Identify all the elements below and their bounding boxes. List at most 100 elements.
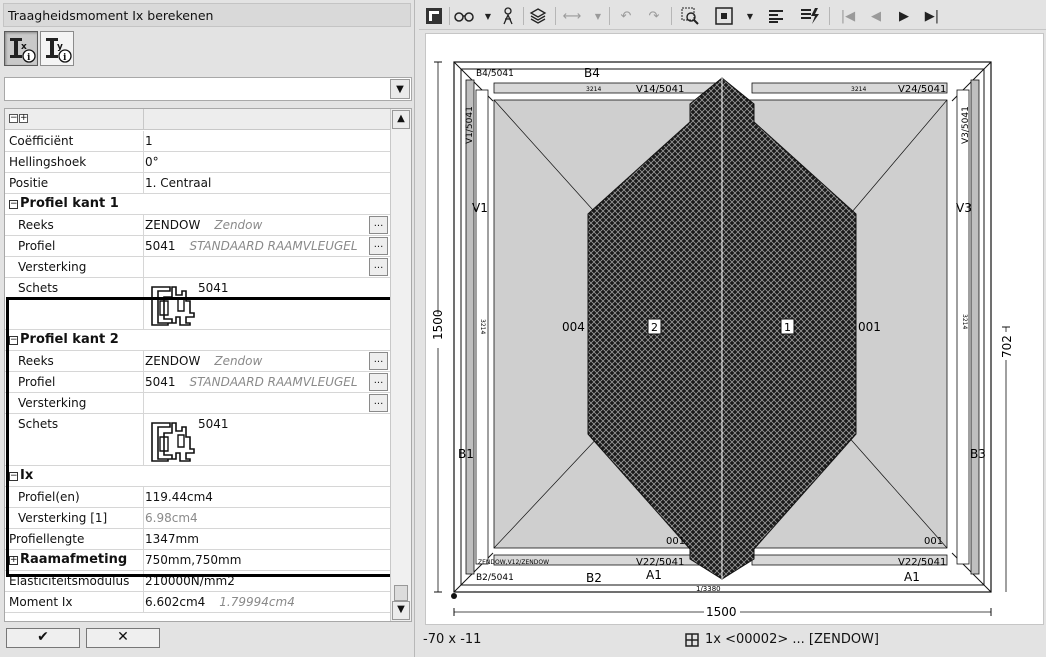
window-frame-drawing: B4/5041 B4 V14/5041 V24/5041 3214 3214 V… xyxy=(430,61,1014,619)
align-left-icon[interactable] xyxy=(765,5,787,27)
row-label: Schets xyxy=(18,417,59,431)
row-label: Versterking xyxy=(18,396,87,410)
svg-text:i: i xyxy=(27,53,31,63)
row-versterking-2[interactable]: Versterking ... xyxy=(5,393,390,414)
view-glasses-icon[interactable] xyxy=(453,5,475,27)
label-001c: 001 xyxy=(924,536,943,547)
pane-number-1: 1 xyxy=(784,321,791,334)
group-ix[interactable]: − Ix xyxy=(5,466,390,487)
undo-icon[interactable]: ↶ xyxy=(615,5,637,27)
label-b2b: B2 xyxy=(586,571,602,585)
row-subvalue: Zendow xyxy=(214,354,263,368)
list-lightning-icon[interactable] xyxy=(799,5,821,27)
chevron-down-icon[interactable]: ▼ xyxy=(483,5,493,27)
row-value: 6.98cm4 xyxy=(145,511,198,525)
window-mode-icon[interactable] xyxy=(423,5,445,27)
row-value[interactable]: 5041 xyxy=(145,375,176,389)
row-profiel-2[interactable]: Profiel 5041 STANDAARD RAAMVLEUGEL ... xyxy=(5,372,390,393)
expand-all-icon[interactable]: + xyxy=(19,114,28,123)
chevron-down-icon[interactable]: ▼ xyxy=(593,5,603,27)
row-label: Reeks xyxy=(18,354,54,368)
collapse-all-icon[interactable]: − xyxy=(9,114,18,123)
row-label: Profiel(en) xyxy=(18,490,80,504)
label-b4b: B4 xyxy=(584,66,600,80)
properties-panel: Traagheidsmoment Ix berekenen x i y i ▼ … xyxy=(0,0,415,657)
ok-button[interactable]: ✔ xyxy=(6,628,80,648)
chevron-down-icon[interactable]: ▼ xyxy=(745,5,755,27)
row-value[interactable]: 1. Centraal xyxy=(145,176,370,190)
row-subvalue: STANDAARD RAAMVLEUGEL xyxy=(189,375,358,389)
first-page-icon[interactable]: |◀ xyxy=(837,5,859,27)
layers-icon[interactable] xyxy=(527,5,549,27)
frame-select-icon[interactable] xyxy=(713,5,735,27)
sketch-profile-number: 5041 xyxy=(198,417,229,431)
row-hellingshoek[interactable]: Hellingshoek 0° xyxy=(5,152,390,173)
group-profiel-kant-1[interactable]: − Profiel kant 1 xyxy=(5,194,390,215)
object-selector-combo[interactable]: ▼ xyxy=(4,77,412,101)
next-icon[interactable]: ▶ xyxy=(893,5,915,27)
cancel-button[interactable]: ✕ xyxy=(86,628,160,648)
row-profiellengte[interactable]: Profiellengte 1347mm xyxy=(5,529,390,550)
row-elasticiteit[interactable]: Elasticiteitsmodulus 210000N/mm2 xyxy=(5,571,390,592)
scroll-up-icon[interactable]: ▲ xyxy=(392,110,410,129)
row-schets-1: Schets 5041 xyxy=(5,278,390,330)
row-value[interactable]: 5041 xyxy=(145,239,176,253)
row-value: 119.44cm4 xyxy=(145,490,213,504)
row-profiel-1[interactable]: Profiel 5041 STANDAARD RAAMVLEUGEL ... xyxy=(5,236,390,257)
row-reeks-2[interactable]: Reeks ZENDOW Zendow ... xyxy=(5,351,390,372)
label-bottom-small: 1/3380 xyxy=(696,585,721,593)
label-small: 3214 xyxy=(851,86,866,93)
drawing-canvas[interactable]: B4/5041 B4 V14/5041 V24/5041 3214 3214 V… xyxy=(425,33,1044,625)
row-raamafmeting[interactable]: + Raamafmeting 750mm,750mm xyxy=(5,550,390,571)
row-value[interactable]: 750mm,750mm xyxy=(145,553,370,567)
collapse-icon[interactable]: − xyxy=(9,472,18,481)
browse-button[interactable]: ... xyxy=(369,216,388,234)
zoom-window-icon[interactable] xyxy=(679,5,701,27)
group-title: Profiel kant 2 xyxy=(20,332,119,347)
dim-height: 1500 xyxy=(431,309,445,340)
scroll-down-icon[interactable]: ▼ xyxy=(392,601,410,620)
browse-button[interactable]: ... xyxy=(369,237,388,255)
dimension-icon[interactable]: ⟷ xyxy=(561,5,583,27)
row-value[interactable]: 0° xyxy=(145,155,370,169)
row-value[interactable]: 1 xyxy=(145,134,370,148)
label-v14: V14/5041 xyxy=(636,84,684,95)
ix-moment-button[interactable]: x i xyxy=(4,31,38,66)
browse-button[interactable]: ... xyxy=(369,373,388,391)
last-page-icon[interactable]: ▶| xyxy=(921,5,943,27)
row-label: Versterking xyxy=(18,260,87,274)
scroll-thumb[interactable] xyxy=(394,585,408,601)
person-icon[interactable] xyxy=(497,5,519,27)
expand-icon[interactable]: + xyxy=(9,556,18,565)
row-moment-ix[interactable]: Moment Ix 6.602cm4 1.79994cm4 xyxy=(5,592,390,613)
chevron-down-icon[interactable]: ▼ xyxy=(390,79,410,99)
row-value[interactable]: ZENDOW xyxy=(145,218,200,232)
row-positie[interactable]: Positie 1. Centraal xyxy=(5,173,390,194)
group-title: Ix xyxy=(20,468,34,483)
grid-scrollbar[interactable]: ▲ ▼ xyxy=(390,109,411,621)
row-value[interactable]: 210000N/mm2 xyxy=(145,574,370,588)
browse-button[interactable]: ... xyxy=(369,394,388,412)
row-label: Coëfficiënt xyxy=(9,134,74,148)
row-value[interactable]: ZENDOW xyxy=(145,354,200,368)
group-profiel-kant-2[interactable]: − Profiel kant 2 xyxy=(5,330,390,351)
row-schets-2: Schets 5041 xyxy=(5,414,390,466)
row-versterking-1[interactable]: Versterking ... xyxy=(5,257,390,278)
label-v22: V22/5041 xyxy=(636,557,684,568)
label-a1: A1 xyxy=(646,568,662,582)
redo-icon[interactable]: ↷ xyxy=(643,5,665,27)
collapse-icon[interactable]: − xyxy=(9,336,18,345)
row-label: Raamafmeting xyxy=(20,552,128,567)
browse-button[interactable]: ... xyxy=(369,352,388,370)
row-coefficient[interactable]: Coëfficiënt 1 xyxy=(5,131,390,152)
row-versterking-ix[interactable]: Versterking [1] 6.98cm4 xyxy=(5,508,390,529)
row-reeks-1[interactable]: Reeks ZENDOW Zendow ... xyxy=(5,215,390,236)
row-label: Profiel xyxy=(18,239,56,253)
previous-icon[interactable]: ◀ xyxy=(865,5,887,27)
collapse-icon[interactable]: − xyxy=(9,200,18,209)
svg-text:i: i xyxy=(63,53,67,63)
iy-moment-button[interactable]: y i xyxy=(40,31,74,66)
property-grid: − + Coëfficiënt 1 Hellingshoek 0° Positi… xyxy=(4,108,412,622)
browse-button[interactable]: ... xyxy=(369,258,388,276)
row-profielen[interactable]: Profiel(en) 119.44cm4 xyxy=(5,487,390,508)
